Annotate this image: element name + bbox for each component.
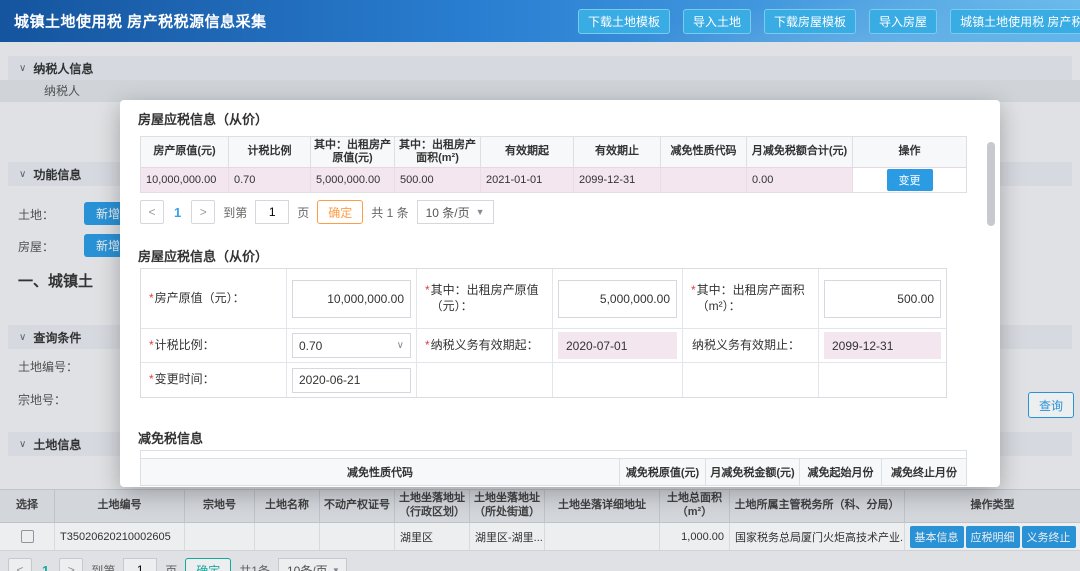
required-mark: * — [691, 282, 696, 297]
import-house-button[interactable]: 导入房屋 — [869, 9, 938, 34]
rent-area-label: * 其中：出租房产面积（m²）： — [683, 269, 819, 329]
header-actions: 下载土地模板 导入土地 下载房屋模板 导入房屋 城镇土地使用税 房产税申报 — [578, 9, 1080, 34]
page-size-select[interactable]: 10 条/页 ▼ — [416, 200, 494, 224]
col-valid-to: 有效期止 — [574, 137, 661, 167]
col-rent-original-value: 其中：出租房产原值(元) — [311, 137, 395, 167]
tax-ratio-value: 0.70 — [299, 338, 323, 353]
original-value-input[interactable] — [292, 279, 411, 318]
required-mark: * — [149, 290, 154, 305]
rent-original-value-input[interactable] — [558, 279, 677, 318]
caret-down-icon: ▼ — [475, 207, 485, 217]
modal-pagination: < 1 > 到第 页 确定 共 1 条 10 条/页 ▼ — [140, 200, 494, 224]
col-exemption-value: 减免税原值(元) — [620, 459, 706, 485]
col-monthly-exemption: 月减免税额合计(元) — [747, 137, 853, 167]
exemption-code-cell — [661, 168, 747, 192]
valid-from-cell: 2021-01-01 — [481, 168, 574, 192]
col-valid-from: 有效期起 — [481, 137, 574, 167]
duty-to-label: 纳税义务有效期止： — [683, 329, 819, 363]
page-title: 城镇土地使用税 房产税税源信息采集 — [14, 13, 267, 31]
total-count-label: 共 1 条 — [371, 205, 409, 220]
col-exemption-end-month: 减免终止月份 — [891, 467, 957, 479]
rent-area-input[interactable] — [824, 279, 941, 318]
tax-declare-button[interactable]: 城镇土地使用税 房产税申报 — [950, 9, 1080, 34]
app-header: 城镇土地使用税 房产税税源信息采集 下载土地模板 导入土地 下载房屋模板 导入房… — [0, 0, 1080, 42]
exemption-table: 减免性质代码 减免税原值(元) 月减免税金额(元) 减免起始月份 减免终止月份 — [140, 450, 967, 486]
exemption-info-title: 减免税信息 — [138, 431, 204, 446]
valid-to-cell: 2099-12-31 — [574, 168, 661, 192]
table-row: 10,000,000.00 0.70 5,000,000.00 500.00 2… — [141, 167, 966, 192]
change-date-input[interactable] — [292, 367, 411, 393]
col-tax-ratio: 计税比例 — [229, 137, 311, 167]
page-number-input[interactable] — [255, 200, 290, 224]
exemption-table-spacer — [141, 451, 966, 458]
original-value-label: * 房产原值（元）： — [141, 269, 287, 329]
house-tax-table-header: 房产原值(元) 计税比例 其中：出租房产原值(元) 其中：出租房产面积(m²) … — [141, 137, 966, 167]
page-unit-label: 页 — [297, 205, 310, 220]
duty-from-label: * 纳税义务有效期起： — [417, 329, 553, 363]
app-screen: 城镇土地使用税 房产税税源信息采集 下载土地模板 导入土地 下载房屋模板 导入房… — [0, 0, 1080, 571]
chevron-down-icon: ∨ — [396, 340, 404, 351]
page-size-value: 10 条/页 — [425, 205, 470, 220]
tax-ratio-select[interactable]: 0.70 ∨ — [292, 333, 411, 358]
col-monthly-exemption-amount: 月减免税金额(元) — [706, 459, 800, 485]
operation-cell: 变更 — [853, 168, 966, 192]
change-button[interactable]: 变更 — [886, 169, 933, 191]
col-rent-area: 其中：出租房产面积(m²) — [395, 137, 481, 167]
goto-confirm-button[interactable]: 确定 — [317, 200, 364, 224]
exemption-table-header: 减免性质代码 减免税原值(元) 月减免税金额(元) 减免起始月份 减免终止月份 — [141, 458, 966, 485]
rent-original-value-cell: 5,000,000.00 — [311, 168, 395, 192]
rent-original-value-label: * 其中：出租房产原值（元）： — [417, 269, 553, 329]
download-house-template-button[interactable]: 下载房屋模板 — [764, 9, 857, 34]
house-tax-dialog: 房屋应税信息（从价） 房产原值(元) 计税比例 其中：出租房产原值(元) 其中：… — [120, 100, 1000, 487]
original-value-cell: 10,000,000.00 — [141, 168, 229, 192]
house-tax-list-title: 房屋应税信息（从价） — [138, 112, 269, 127]
col-original-value: 房产原值(元) — [141, 137, 229, 167]
monthly-exemption-cell: 0.00 — [747, 168, 853, 192]
house-tax-table: 房产原值(元) 计税比例 其中：出租房产原值(元) 其中：出租房产面积(m²) … — [140, 136, 967, 193]
download-land-template-button[interactable]: 下载土地模板 — [578, 9, 671, 34]
scrollbar-thumb[interactable] — [987, 142, 995, 226]
change-date-label: * 变更时间： — [141, 363, 287, 397]
prev-page-button[interactable]: < — [140, 200, 164, 224]
required-mark: * — [425, 337, 430, 352]
duty-from-field: 2020-07-01 — [558, 332, 677, 359]
house-tax-form-title: 房屋应税信息（从价） — [138, 249, 269, 264]
goto-label: 到第 — [223, 205, 248, 220]
house-tax-form: *房产原值（元）： *其中：出租房产原值（元）： *其中：出租房产面积（m²）：… — [140, 268, 947, 398]
required-mark: * — [149, 372, 154, 387]
col-operation: 操作 — [898, 145, 921, 158]
col-exemption-start-month: 减免起始月份 — [800, 459, 882, 485]
col-exemption-code: 减免性质代码 — [141, 459, 620, 485]
modal-scrollbar[interactable] — [987, 136, 995, 481]
rent-area-cell: 500.00 — [395, 168, 481, 192]
required-mark: * — [149, 337, 154, 352]
import-land-button[interactable]: 导入土地 — [683, 9, 752, 34]
required-mark: * — [425, 282, 430, 297]
current-page[interactable]: 1 — [174, 205, 181, 220]
tax-ratio-cell: 0.70 — [229, 168, 311, 192]
duty-to-field: 2099-12-31 — [824, 332, 941, 359]
next-page-button[interactable]: > — [191, 200, 216, 224]
tax-ratio-label: * 计税比例： — [141, 329, 287, 363]
col-exemption-code: 减免性质代码 — [661, 137, 747, 167]
